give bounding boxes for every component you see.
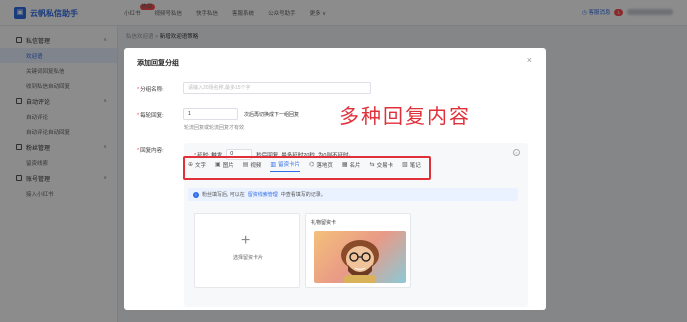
avatar-illustration: [341, 240, 379, 283]
landing-page-icon: ⌬: [309, 162, 315, 168]
content-type-tabs: ⊕ 文字 ▣ 图片 ▤ 视频 ▥ 留资卡片 ⌬ 落地页 ▦ 名片 ⇆ 交易卡 ▧ 笔记: [188, 160, 421, 172]
tab-text[interactable]: ⊕ 文字: [188, 160, 206, 172]
lead-card-preview[interactable]: 礼物留资卡: [305, 213, 411, 288]
per-round-hint: 轮流回复或轮流回复才有效: [184, 125, 245, 131]
card-title: 礼物留资卡: [311, 220, 337, 226]
plus-icon: +: [241, 232, 251, 249]
tab-note[interactable]: ▧ 笔记: [402, 160, 421, 172]
per-round-input[interactable]: 1: [183, 108, 238, 120]
business-card-icon: ▦: [341, 162, 348, 168]
text-icon: ⊕: [188, 162, 194, 168]
leads-link[interactable]: 留资线索管理: [248, 191, 278, 198]
info-bar: i 粉丝填写后, 可以在 留资线索管理 中查看填写的记录。: [188, 188, 518, 201]
per-round-suffix: 次后再切换成下一组回复: [244, 112, 300, 118]
add-reply-group-dialog: 添加回复分组 × *分组名称: 请输入20场名称,最多15个字 *每轮回复: 1…: [124, 48, 546, 310]
dialog-title: 添加回复分组: [137, 60, 179, 67]
select-lead-card-button[interactable]: + 选择留资卡片: [194, 213, 300, 288]
close-icon[interactable]: ×: [527, 55, 532, 65]
image-icon: ▣: [215, 162, 221, 168]
card-image: [314, 231, 406, 283]
trade-card-icon: ⇆: [369, 162, 375, 168]
note-icon: ▧: [402, 162, 408, 168]
tab-video[interactable]: ▤ 视频: [243, 160, 262, 172]
annotation-text: 多种回复内容: [339, 104, 471, 128]
per-round-label: *每轮回复:: [137, 113, 164, 119]
group-name-input[interactable]: 请输入20场名称,最多15个字: [183, 82, 371, 94]
info-icon: i: [193, 191, 199, 198]
remove-content-icon[interactable]: ×: [513, 149, 520, 156]
group-name-label: *分组名称:: [137, 87, 164, 93]
tab-lead-card[interactable]: ▥ 留资卡片: [270, 160, 301, 172]
tab-trade-card[interactable]: ⇆ 交易卡: [370, 160, 394, 172]
video-icon: ▤: [242, 162, 249, 168]
card-icon: ▥: [270, 161, 277, 168]
select-card-label: 选择留资卡片: [232, 255, 263, 261]
tab-image[interactable]: ▣ 图片: [215, 160, 234, 172]
tab-business-card[interactable]: ▦ 名片: [342, 160, 361, 172]
content-label: *回复内容:: [137, 148, 164, 154]
tab-landing-page[interactable]: ⌬ 落地页: [309, 160, 333, 172]
